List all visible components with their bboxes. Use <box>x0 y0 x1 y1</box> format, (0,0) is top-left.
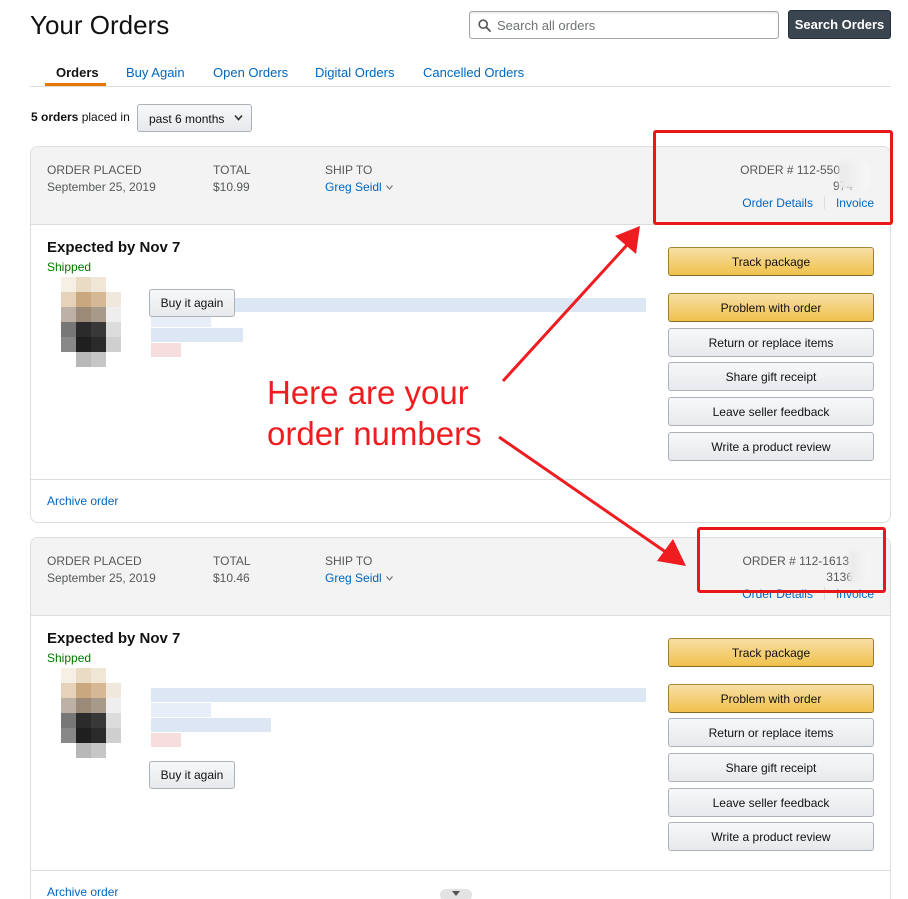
scroll-down-button[interactable] <box>440 889 472 899</box>
arrow-head-up <box>615 226 640 254</box>
annotation-line-1: Here are your <box>267 374 469 411</box>
annotation-callout: Here are your order numbers <box>267 372 482 454</box>
arrow-line-up <box>501 243 629 383</box>
arrow-head-down <box>657 539 686 566</box>
annotation-line-2: order numbers <box>267 415 482 452</box>
chevron-down-icon <box>452 891 460 896</box>
arrow-line-down <box>498 435 671 557</box>
